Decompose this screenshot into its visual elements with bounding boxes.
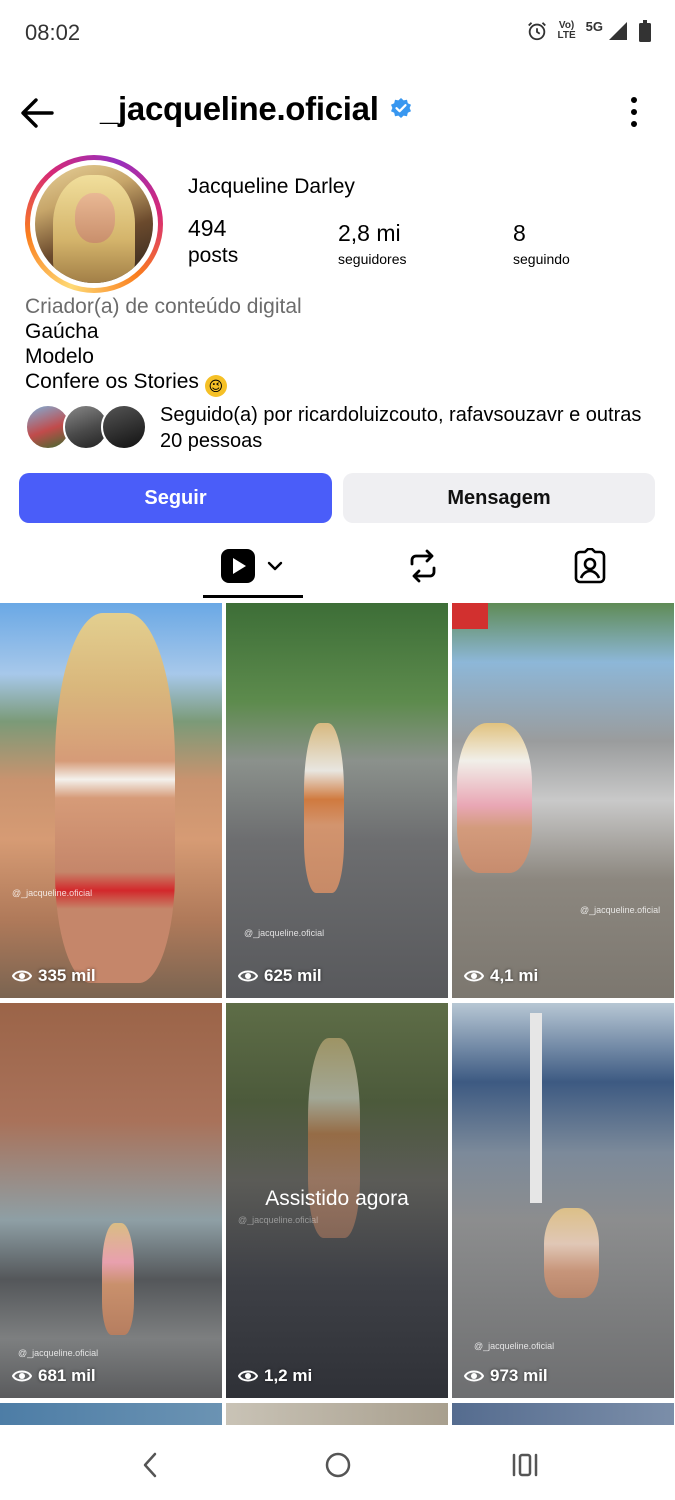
bio-line-1: Gaúcha <box>25 320 99 343</box>
reel-views: 1,2 mi <box>238 1366 312 1386</box>
reel-views: 681 mil <box>12 1366 96 1386</box>
eye-icon <box>464 970 484 982</box>
verified-badge-icon <box>390 98 411 118</box>
eye-icon <box>12 1370 32 1382</box>
following-count: 8 <box>513 220 526 246</box>
followed-by-text: Seguido(a) por ricardoluizcouto, rafavso… <box>160 404 642 452</box>
bio-line-2: Modelo <box>25 345 94 368</box>
reel-tile[interactable] <box>226 1403 448 1425</box>
message-button[interactable]: Mensagem <box>343 473 655 523</box>
reel-watermark: @_jacqueline.oficial <box>18 1348 99 1358</box>
tab-reels[interactable] <box>203 536 303 598</box>
mutual-avatars <box>25 404 150 452</box>
bio-category: Criador(a) de conteúdo digital <box>25 295 302 318</box>
volte-indicator: Vo) LTE <box>557 20 576 41</box>
chevron-down-icon <box>267 561 283 571</box>
eye-icon <box>238 970 258 982</box>
bio: Criador(a) de conteúdo digital Gaúcha Mo… <box>25 294 302 397</box>
reel-watermark: @_jacqueline.oficial <box>580 905 661 915</box>
followed-by[interactable]: Seguido(a) por ricardoluizcouto, rafavso… <box>25 402 665 454</box>
reel-views: 625 mil <box>238 966 322 986</box>
tagged-icon <box>574 548 606 584</box>
username: _jacqueline.oficial <box>100 90 379 127</box>
wink-emoji-icon: 😉 <box>204 375 227 397</box>
more-options-icon[interactable] <box>627 94 641 130</box>
stat-followers[interactable]: 2,8 mi seguidores <box>338 220 407 267</box>
eye-icon <box>12 970 32 982</box>
battery-icon <box>639 20 651 42</box>
profile-avatar-story-ring[interactable] <box>25 155 163 293</box>
eye-icon <box>464 1370 484 1382</box>
reel-tile[interactable]: @_jacqueline.oficial 681 mil <box>0 1003 222 1398</box>
reel-tile[interactable]: @_jacqueline.oficial 335 mil <box>0 603 222 998</box>
signal-icon <box>609 22 627 40</box>
display-name: Jacqueline Darley <box>188 175 355 198</box>
following-label: seguindo <box>513 251 570 267</box>
repost-icon <box>410 549 436 583</box>
stat-following[interactable]: 8 seguindo <box>513 220 570 267</box>
avatar <box>35 165 153 283</box>
reel-tile[interactable]: @_jacqueline.oficial 625 mil <box>226 603 448 998</box>
follow-button[interactable]: Seguir <box>19 473 332 523</box>
status-bar: 08:02 Vo) LTE 5G <box>0 0 675 68</box>
status-icons: Vo) LTE 5G <box>526 18 651 42</box>
active-tab-indicator <box>203 595 303 598</box>
status-time: 08:02 <box>25 20 81 45</box>
reel-watermark: @_jacqueline.oficial <box>238 1215 319 1225</box>
nav-recents-icon <box>512 1453 538 1477</box>
network-type: 5G <box>585 18 603 34</box>
reel-views: 973 mil <box>464 1366 548 1386</box>
reel-views: 4,1 mi <box>464 966 538 986</box>
mutual-usernames: ricardoluizcouto, rafavsouzavr <box>297 404 564 426</box>
reel-watermark: @_jacqueline.oficial <box>474 1341 555 1351</box>
reel-tile[interactable] <box>452 1403 674 1425</box>
nav-back-icon <box>143 1452 157 1478</box>
reel-watermark: @_jacqueline.oficial <box>244 928 325 938</box>
stat-posts[interactable]: 494 posts <box>188 215 238 268</box>
system-back-button[interactable] <box>130 1445 170 1485</box>
alarm-icon <box>527 22 546 41</box>
back-arrow-icon[interactable] <box>16 92 58 134</box>
reels-icon <box>221 549 255 583</box>
watched-now-label: Assistido agora <box>265 1187 409 1210</box>
system-recents-button[interactable] <box>505 1445 545 1485</box>
posts-count: 494 <box>188 215 227 241</box>
system-home-button[interactable] <box>318 1445 358 1485</box>
mutual-avatar <box>101 404 147 450</box>
posts-label: posts <box>188 244 239 267</box>
reel-tile[interactable] <box>0 1403 222 1425</box>
tab-tagged[interactable] <box>545 536 635 596</box>
profile-tabs <box>0 536 675 1185</box>
profile-header: _jacqueline.oficial <box>0 78 675 146</box>
reel-tile[interactable]: @_jacqueline.oficial 973 mil <box>452 1003 674 1398</box>
eye-icon <box>238 1370 258 1382</box>
followers-count: 2,8 mi <box>338 220 401 246</box>
nav-home-icon <box>325 1452 351 1478</box>
system-navigation-bar <box>0 1425 675 1500</box>
username-wrap: _jacqueline.oficial <box>100 90 413 128</box>
bio-line-3: Confere os Stories 😉 <box>25 369 302 397</box>
tab-reposts[interactable] <box>378 536 468 596</box>
reel-views: 335 mil <box>12 966 96 986</box>
reel-watermark: @_jacqueline.oficial <box>12 888 93 898</box>
followers-label: seguidores <box>338 251 407 267</box>
reel-tile[interactable]: Assistido agora @_jacqueline.oficial 1,2… <box>226 1003 448 1398</box>
reel-tile[interactable]: @_jacqueline.oficial 4,1 mi <box>452 603 674 998</box>
